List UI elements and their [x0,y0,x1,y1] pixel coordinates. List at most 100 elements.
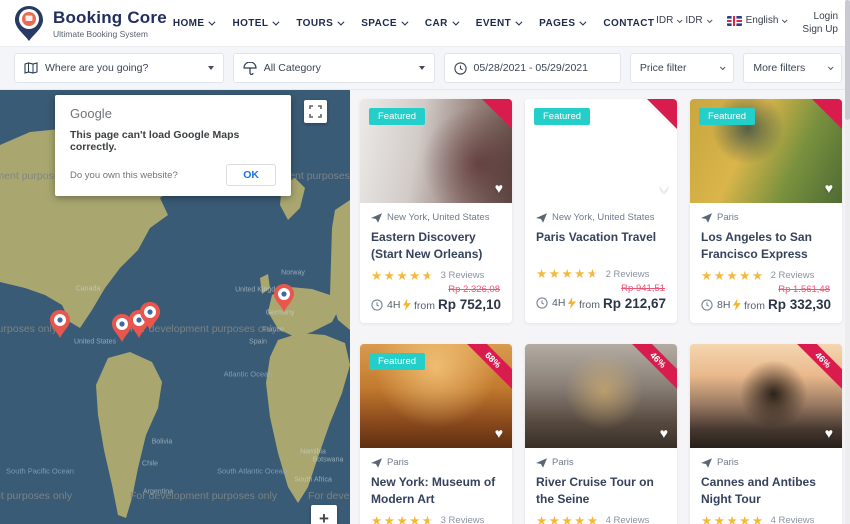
tour-title[interactable]: River Cruise Tour on the Seine [536,474,666,508]
map-pin[interactable] [139,302,161,330]
destination-placeholder: Where are you going? [45,62,149,74]
nav-item-tours[interactable]: TOURS [296,18,345,29]
more-filters-dropdown[interactable]: More filters [743,53,842,83]
tour-title[interactable]: Paris Vacation Travel [536,229,666,261]
review-count: 4 Reviews [605,515,650,524]
nav-item-car[interactable]: CAR [424,17,460,29]
login-link[interactable]: Login [814,11,838,22]
tour-title[interactable]: Los Angeles to San Francisco Express [701,229,831,263]
bolt-icon [732,298,741,311]
tour-location: Paris [387,457,409,469]
currency-a-label: IDR [656,15,674,26]
wishlist-heart-icon[interactable]: ♥ [660,425,668,441]
tour-card[interactable]: Featured ♥ New York, United States Easte… [360,99,512,324]
wishlist-heart-icon[interactable]: ♥ [825,180,833,196]
chevron-down-icon [337,18,345,26]
review-count: 4 Reviews [770,515,815,524]
map-pin[interactable] [49,310,71,338]
nav-label: EVENT [475,17,512,29]
nav-item-space[interactable]: SPACE [361,18,409,29]
map-icon [24,62,38,74]
category-select[interactable]: All Category [232,53,435,83]
old-price: Rp 1.561,48 [778,284,830,296]
language-label: English [745,15,779,26]
top-header: Booking Core Ultimate Booking System HOM… [0,0,850,46]
tour-card-grid: Featured ♥ New York, United States Easte… [360,99,850,524]
chevron-down-icon [677,16,683,23]
caret-down-icon [418,66,425,70]
clock-icon [371,298,383,311]
tour-location: Paris [717,212,739,223]
wishlist-heart-icon[interactable]: ♥ [495,180,503,196]
tour-title[interactable]: New York: Museum of Modern Art [371,474,501,508]
dialog-question: Do you own this website? [70,169,178,181]
signup-link[interactable]: Sign Up [802,24,838,35]
chevron-down-icon [208,18,216,26]
nav-item-pages[interactable]: PAGES [539,18,587,29]
zoom-in-button[interactable]: + [311,505,337,524]
fullscreen-icon [309,105,322,118]
paper-plane-icon [371,457,382,468]
featured-badge: Featured [369,108,426,125]
chevron-down-icon [272,18,280,26]
map-pin[interactable] [273,284,295,312]
uk-flag-icon [726,15,742,26]
corner-ribbon [647,99,677,129]
fullscreen-button[interactable] [304,100,327,123]
chevron-down-icon [452,18,460,26]
nav-item-event[interactable]: EVENT [475,17,523,29]
logo[interactable]: Booking Core Ultimate Booking System [0,4,167,42]
nav-item-hotel[interactable]: HOTEL [232,18,280,29]
nav-label: CAR [424,17,448,29]
paper-plane-icon [536,457,547,468]
paper-plane-icon [701,212,712,223]
tour-price: Rp 332,30 [767,297,831,313]
language-dropdown[interactable]: English [726,15,788,26]
star-rating: ★★★★★ [701,513,765,524]
card-body: New York, United States Eastern Discover… [360,203,512,323]
main-content: Canada United States Norway United Kingdom G… [0,90,850,524]
tour-duration: 4H [552,297,566,309]
umbrella-icon [243,61,257,75]
paper-plane-icon [701,457,712,468]
from-label: from [578,298,600,311]
map-canvas[interactable]: Canada United States Norway United Kingdom G… [0,90,350,524]
tour-location: New York, United States [387,212,490,223]
scrollbar-thumb[interactable] [845,0,850,120]
from-label: from [743,300,765,313]
tour-location: Paris [717,457,739,469]
wishlist-heart-icon[interactable]: ♥ [660,180,668,196]
date-range-input[interactable]: 05/28/2021 - 05/29/2021 [443,53,621,83]
tour-image: Featured ♥ [360,99,512,203]
nav-item-contact[interactable]: CONTACT [603,18,654,29]
tour-card[interactable]: 46% ♥ Paris Cannes and Antibes Night Tou… [690,344,842,524]
site-title: Booking Core [53,7,167,27]
currency-dropdown[interactable]: IDR IDR [656,15,713,26]
nav-label: CONTACT [603,17,655,29]
ok-button[interactable]: OK [226,164,276,186]
tour-title[interactable]: Eastern Discovery (Start New Orleans) [371,229,501,263]
nav-item-home[interactable]: HOME [173,18,216,29]
page-scrollbar[interactable] [845,0,850,524]
tour-card[interactable]: Featured ♥ Paris Los Angeles to San Fran… [690,99,842,324]
price-filter-dropdown[interactable]: Price filter [629,53,735,83]
tour-card[interactable]: Featured ♥ New York, United States Paris… [525,99,677,324]
tour-image: 46% ♥ [690,344,842,449]
site-subtitle: Ultimate Booking System [53,28,148,39]
wishlist-heart-icon[interactable]: ♥ [495,425,503,441]
corner-ribbon [812,99,842,129]
tour-title[interactable]: Cannes and Antibes Night Tour [701,474,831,508]
wishlist-heart-icon[interactable]: ♥ [825,425,833,441]
discount-ribbon: 46% [623,344,677,395]
tour-card[interactable]: 46% ♥ Paris River Cruise Tour on the Sei… [525,344,677,524]
dialog-message: This page can't load Google Maps correct… [70,129,240,153]
search-filter-bar: Where are you going? All Category 05/28/… [0,46,850,90]
tour-price: Rp 752,10 [437,297,501,313]
chevron-down-icon [720,64,726,71]
card-body: Paris New York: Museum of Modern Art ★★★… [360,448,512,524]
category-value: All Category [263,62,321,74]
chevron-down-icon [515,18,523,26]
tour-card[interactable]: Featured 68% ♥ Paris New York: Museum of… [360,344,512,524]
destination-select[interactable]: Where are you going? [14,53,224,83]
star-rating: ★★★★★★ [371,268,435,283]
